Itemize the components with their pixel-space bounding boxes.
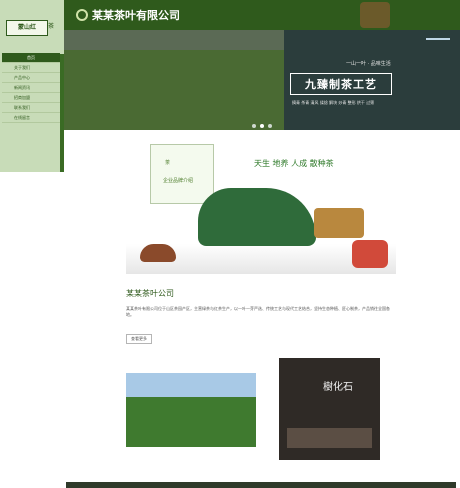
banner-title: 九臻制茶工艺 — [290, 73, 392, 95]
card-caption: 企业品牌介绍 — [163, 178, 194, 184]
sidebar-item-products[interactable]: 产品中心 — [2, 73, 60, 83]
sidebar-item-franchise[interactable]: 招商加盟 — [2, 93, 60, 103]
tea-can-icon — [314, 208, 364, 238]
tea-table-shape — [287, 428, 372, 448]
brand-name: 某某茶叶有限公司 — [92, 9, 180, 22]
sidebar-nav: 首页 关于我们 产品中心 新闻资讯 招商加盟 联系我们 在线留言 — [2, 53, 60, 123]
photo-title: 樹化石 — [323, 382, 353, 393]
slope-shape — [126, 397, 256, 447]
sidebar-item-contact[interactable]: 联系我们 — [2, 103, 60, 113]
more-button[interactable]: 查看更多 — [126, 334, 152, 344]
banner-slogan: 一山一叶 · 品味生活 — [346, 61, 391, 67]
sidebar-item-message[interactable]: 在线留言 — [2, 113, 60, 123]
plum-blossom-icon — [352, 240, 388, 268]
carousel-dot[interactable] — [252, 124, 256, 128]
carousel-dot[interactable] — [268, 124, 272, 128]
sidebar-logo[interactable]: 蒙山红 — [6, 20, 48, 36]
carousel-dots — [252, 124, 272, 128]
sky-shape — [126, 373, 256, 397]
tea-table-photo[interactable]: 樹化石 — [279, 358, 380, 460]
carousel-dot-active[interactable] — [260, 124, 264, 128]
hero-headline: 天生 地养 人成 散种茶 — [254, 159, 334, 168]
sidebar-item-about[interactable]: 关于我们 — [2, 63, 60, 73]
emblem-icon — [360, 2, 390, 28]
top-bar: 某某茶叶有限公司 — [64, 0, 460, 30]
banner-keywords: 摘青 杀青 清风 揉捻 解块 炒青 整形 烘干 过筛 — [292, 100, 375, 105]
intro-section: 茶 企业品牌介绍 天生 地养 人成 散种茶 — [126, 144, 396, 276]
brand-logo-icon — [76, 9, 88, 21]
card-badge: 茶 — [165, 160, 171, 166]
footer-strip — [66, 482, 456, 488]
sidebar: 蒙山红 茶 首页 关于我们 产品中心 新闻资讯 招商加盟 联系我们 在线留言 — [0, 0, 64, 172]
sidebar-item-home[interactable]: 首页 — [2, 53, 60, 63]
logo-tag: 茶 — [48, 23, 55, 30]
landscape-illustration — [126, 184, 396, 276]
teapot-icon — [140, 244, 176, 262]
sidebar-item-news[interactable]: 新闻资讯 — [2, 83, 60, 93]
mountain-shape — [198, 188, 316, 246]
banner-tea-photo — [64, 50, 284, 130]
logo-text: 蒙山红 — [17, 24, 36, 31]
about-title: 某某茶叶公司 — [126, 289, 174, 298]
wave-icon — [426, 38, 450, 50]
tea-garden-photo[interactable] — [126, 373, 256, 447]
hero-banner: 一山一叶 · 品味生活 九臻制茶工艺 摘青 杀青 清风 揉捻 解块 炒青 整形 … — [64, 30, 460, 130]
about-text: 某某茶叶有限公司位于山区茶园产区，主营绿茶与红茶生产，以一叶一芽严选、传统工艺与… — [126, 306, 390, 317]
